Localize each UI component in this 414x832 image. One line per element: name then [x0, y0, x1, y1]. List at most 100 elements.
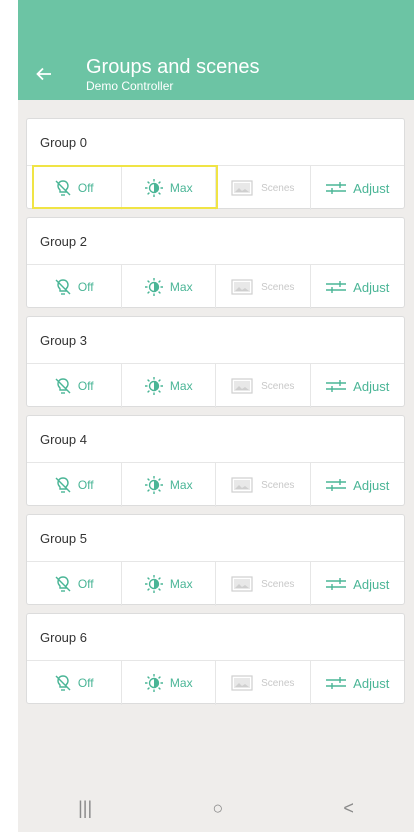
- bulb-off-icon: [54, 179, 72, 197]
- home-button[interactable]: ○: [212, 798, 223, 819]
- group-card: Group 0 Off Max Scenes Adjust: [26, 118, 405, 210]
- scenes-label: Scenes: [261, 380, 295, 392]
- off-button[interactable]: Off: [27, 265, 122, 309]
- group-list: Group 0 Off Max Scenes Adjust Group 2 Of…: [26, 118, 405, 712]
- max-label: Max: [169, 577, 193, 591]
- page-subtitle: Demo Controller: [86, 78, 174, 93]
- adjust-label: Adjust: [353, 576, 390, 592]
- adjust-button[interactable]: Adjust: [311, 166, 405, 210]
- brightness-icon: [144, 277, 164, 297]
- scenes-button[interactable]: Scenes: [216, 661, 311, 705]
- group-title[interactable]: Group 6: [27, 614, 404, 661]
- image-icon: [231, 675, 255, 691]
- max-button[interactable]: Max: [122, 661, 216, 705]
- group-actions: Off Max Scenes Adjust: [27, 661, 404, 705]
- scenes-label: Scenes: [261, 281, 295, 293]
- nav-back-button[interactable]: <: [343, 798, 354, 819]
- max-label: Max: [169, 676, 193, 690]
- image-icon: [231, 180, 255, 196]
- group-actions: Off Max Scenes Adjust: [27, 463, 404, 507]
- scenes-button[interactable]: Scenes: [216, 562, 311, 606]
- off-button[interactable]: Off: [27, 661, 122, 705]
- group-title[interactable]: Group 5: [27, 515, 404, 562]
- group-card: Group 2 Off Max Scenes Adjust: [26, 217, 405, 309]
- sliders-icon: [325, 478, 347, 492]
- bulb-off-icon: [54, 575, 72, 593]
- group-title[interactable]: Group 2: [27, 218, 404, 265]
- adjust-button[interactable]: Adjust: [311, 661, 405, 705]
- sliders-icon: [325, 577, 347, 591]
- back-button[interactable]: [18, 48, 70, 100]
- max-label: Max: [169, 379, 193, 393]
- group-card: Group 5 Off Max Scenes Adjust: [26, 514, 405, 606]
- off-label: Off: [77, 577, 94, 591]
- off-label: Off: [77, 280, 94, 294]
- scenes-button[interactable]: Scenes: [216, 265, 311, 309]
- bulb-off-icon: [54, 278, 72, 296]
- off-button[interactable]: Off: [27, 166, 122, 210]
- scenes-label: Scenes: [261, 479, 295, 491]
- off-button[interactable]: Off: [27, 463, 122, 507]
- scenes-button[interactable]: Scenes: [216, 166, 311, 210]
- max-button[interactable]: Max: [122, 166, 216, 210]
- adjust-label: Adjust: [353, 675, 390, 691]
- scenes-label: Scenes: [261, 677, 295, 689]
- group-actions: Off Max Scenes Adjust: [27, 166, 404, 210]
- brightness-icon: [144, 574, 164, 594]
- scenes-label: Scenes: [261, 578, 295, 590]
- brightness-icon: [144, 673, 164, 693]
- max-label: Max: [169, 181, 193, 195]
- bulb-off-icon: [54, 377, 72, 395]
- scenes-label: Scenes: [261, 182, 295, 194]
- bulb-off-icon: [54, 674, 72, 692]
- adjust-label: Adjust: [353, 378, 390, 394]
- adjust-label: Adjust: [353, 477, 390, 493]
- arrow-left-icon: [36, 67, 51, 81]
- max-button[interactable]: Max: [122, 265, 216, 309]
- scenes-button[interactable]: Scenes: [216, 463, 311, 507]
- sliders-icon: [325, 280, 347, 294]
- group-actions: Off Max Scenes Adjust: [27, 562, 404, 606]
- bulb-off-icon: [54, 476, 72, 494]
- group-card: Group 6 Off Max Scenes Adjust: [26, 613, 405, 705]
- off-label: Off: [77, 181, 94, 195]
- image-icon: [231, 477, 255, 493]
- page-title: Groups and scenes: [86, 55, 260, 78]
- group-actions: Off Max Scenes Adjust: [27, 265, 404, 309]
- image-icon: [231, 576, 255, 592]
- adjust-label: Adjust: [353, 180, 390, 196]
- group-title[interactable]: Group 0: [27, 119, 404, 166]
- adjust-button[interactable]: Adjust: [311, 562, 405, 606]
- max-label: Max: [169, 478, 193, 492]
- group-title[interactable]: Group 3: [27, 317, 404, 364]
- scenes-button[interactable]: Scenes: [216, 364, 311, 408]
- off-button[interactable]: Off: [27, 562, 122, 606]
- brightness-icon: [144, 376, 164, 396]
- group-card: Group 4 Off Max Scenes Adjust: [26, 415, 405, 507]
- group-title[interactable]: Group 4: [27, 416, 404, 463]
- adjust-label: Adjust: [353, 279, 390, 295]
- image-icon: [231, 378, 255, 394]
- brightness-icon: [144, 178, 164, 198]
- sliders-icon: [325, 181, 347, 195]
- max-button[interactable]: Max: [122, 562, 216, 606]
- image-icon: [231, 279, 255, 295]
- max-button[interactable]: Max: [122, 463, 216, 507]
- off-label: Off: [77, 379, 94, 393]
- max-button[interactable]: Max: [122, 364, 216, 408]
- recents-button[interactable]: |||: [78, 798, 92, 819]
- adjust-button[interactable]: Adjust: [311, 364, 405, 408]
- adjust-button[interactable]: Adjust: [311, 265, 405, 309]
- brightness-icon: [144, 475, 164, 495]
- group-actions: Off Max Scenes Adjust: [27, 364, 404, 408]
- group-card: Group 3 Off Max Scenes Adjust: [26, 316, 405, 408]
- max-label: Max: [169, 280, 193, 294]
- adjust-button[interactable]: Adjust: [311, 463, 405, 507]
- off-label: Off: [77, 478, 94, 492]
- off-button[interactable]: Off: [27, 364, 122, 408]
- sliders-icon: [325, 379, 347, 393]
- sliders-icon: [325, 676, 347, 690]
- system-nav-bar: ||| ○ <: [18, 784, 414, 832]
- app-bar: Groups and scenes Demo Controller: [18, 48, 414, 100]
- screen: Groups and scenes Demo Controller Group …: [18, 0, 414, 832]
